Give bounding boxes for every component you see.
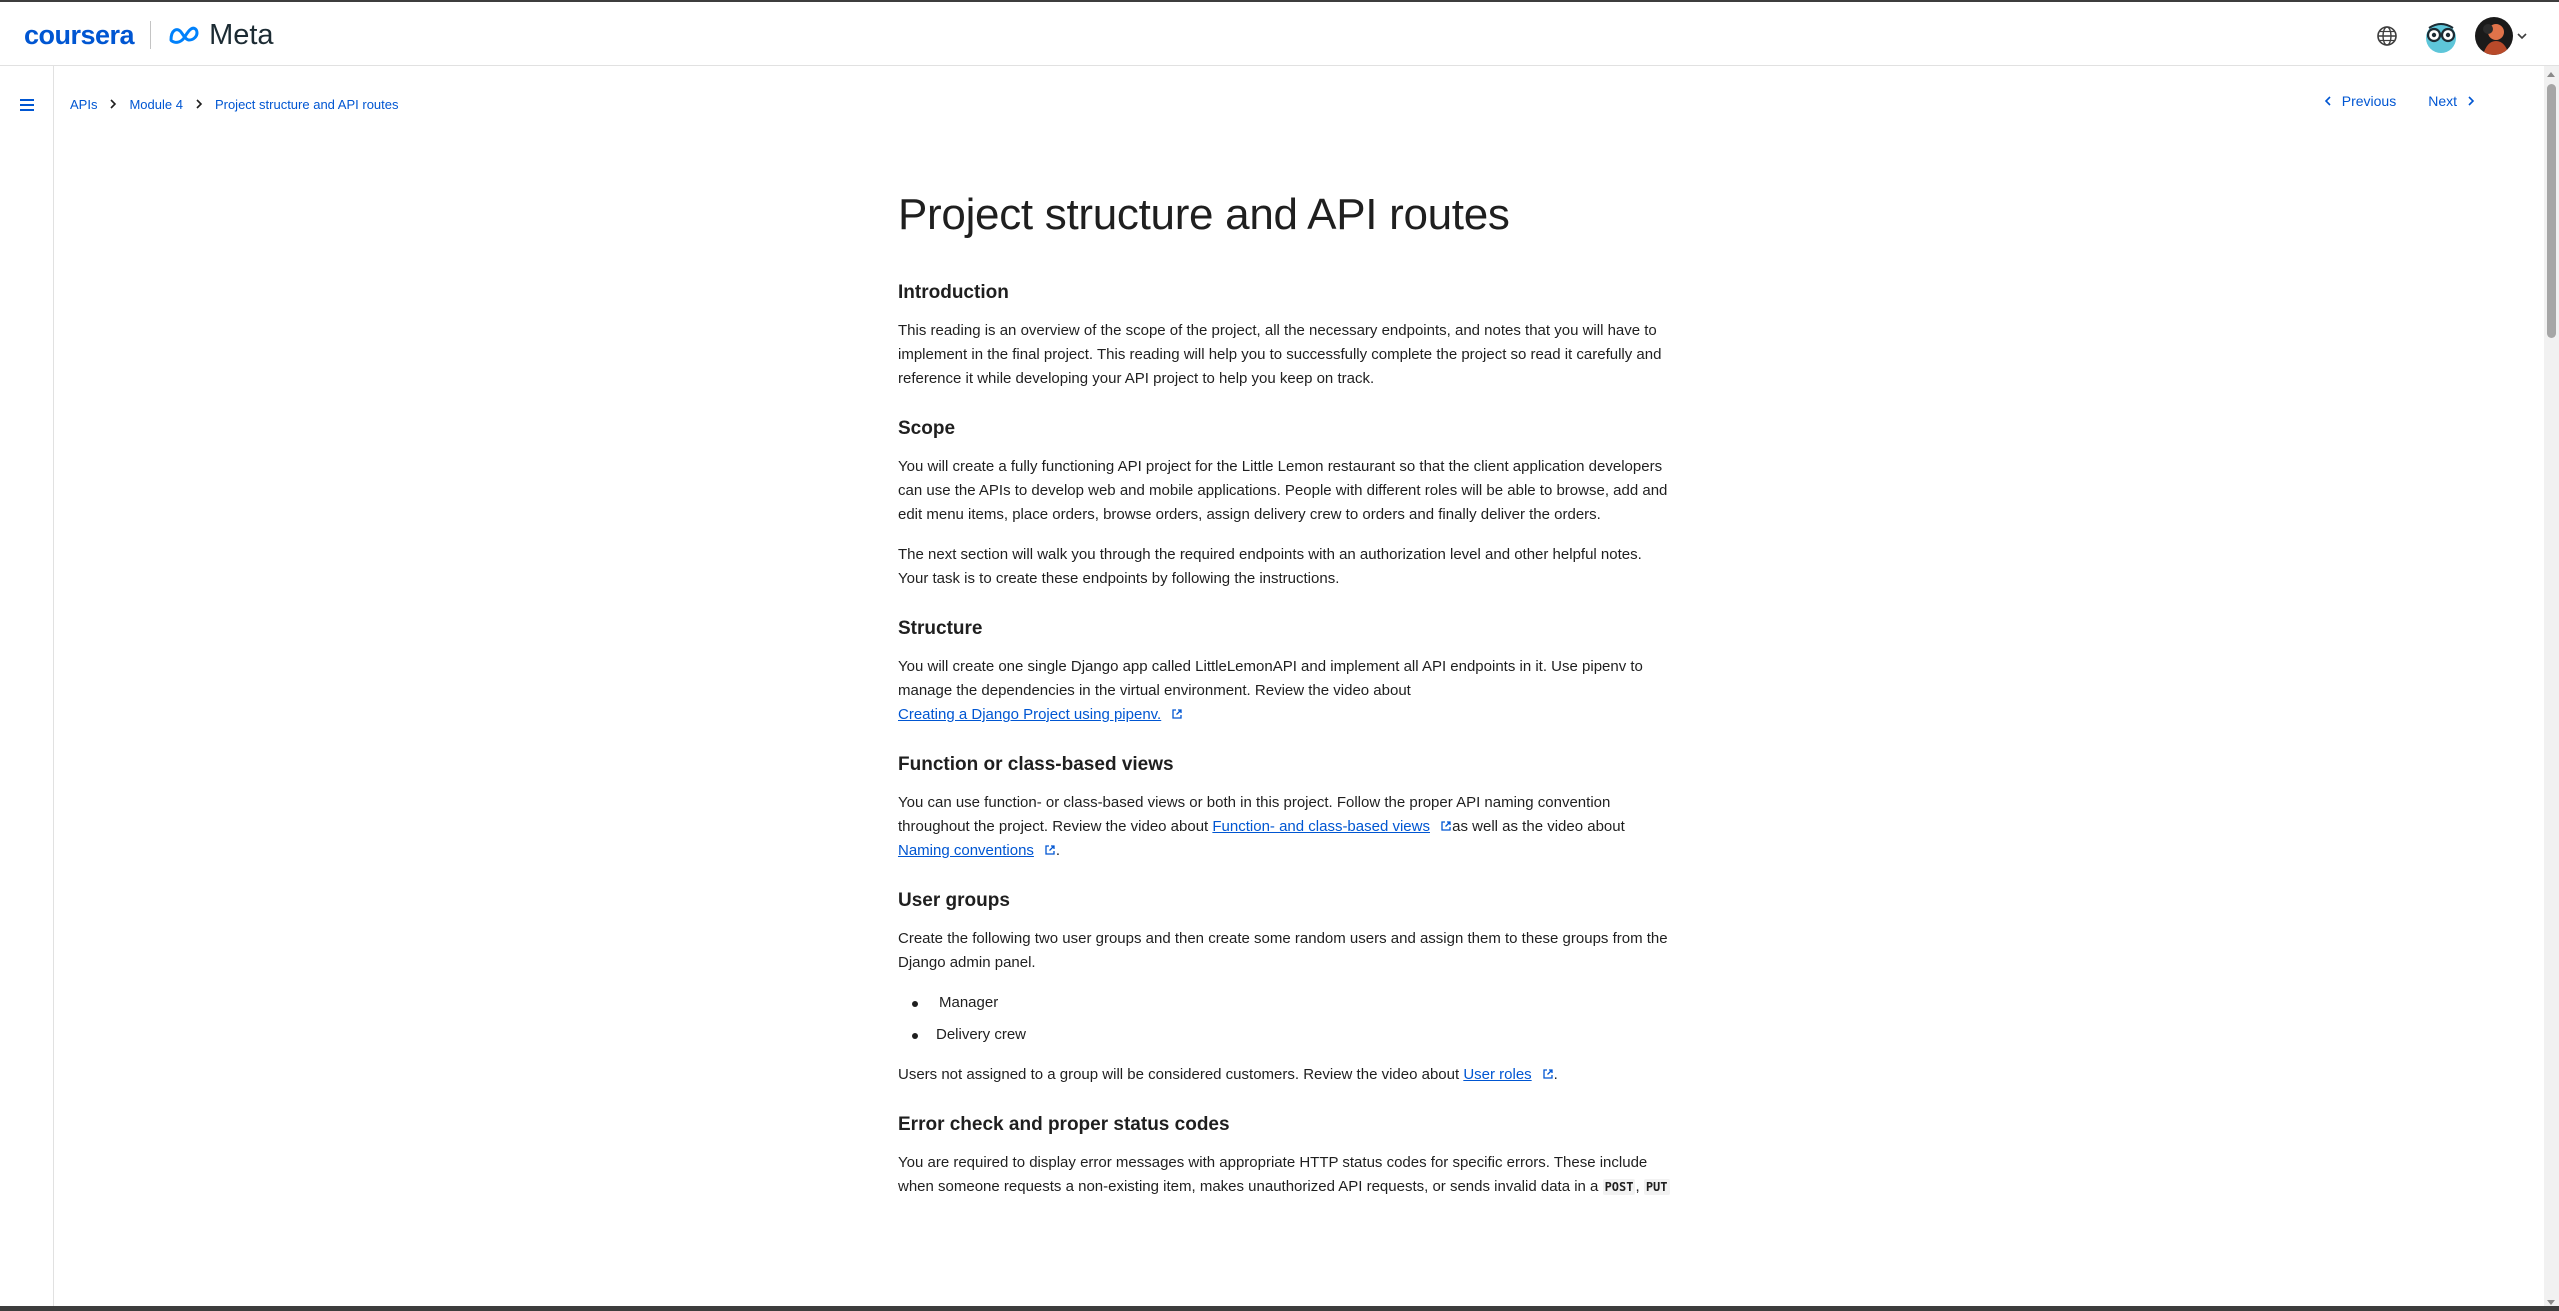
errors-text: You are required to display error messag… — [898, 1151, 1672, 1199]
section-heading-views: Function or class-based views — [898, 754, 1174, 775]
page-title: Project structure and API routes — [898, 190, 1510, 239]
chevron-right-icon — [2468, 96, 2475, 106]
coursera-logo[interactable]: coursera — [24, 20, 135, 51]
external-link-icon — [1045, 845, 1055, 855]
breadcrumb-current[interactable]: Project structure and API routes — [215, 97, 399, 112]
errors-body: You are required to display error messag… — [898, 1154, 1648, 1195]
chevron-right-icon — [109, 98, 117, 110]
code-post: POST — [1602, 1179, 1636, 1195]
scroll-up-arrow-icon[interactable] — [2547, 72, 2555, 77]
scope-text-1: You will create a fully functioning API … — [898, 458, 1668, 523]
page-scrollbar[interactable] — [2544, 66, 2559, 1311]
previous-label: Previous — [2341, 93, 2397, 109]
chevron-down-icon[interactable] — [2517, 32, 2527, 40]
scope-text-2: The next section will walk you through t… — [898, 546, 1642, 587]
user-groups-after-text: Users not assigned to a group will be co… — [898, 1063, 1672, 1087]
prev-next-nav: Previous Next — [2322, 93, 2477, 109]
scrollbar-thumb[interactable] — [2547, 84, 2556, 338]
external-link-icon — [1543, 1069, 1553, 1079]
views-text: You can use function- or class-based vie… — [898, 791, 1672, 863]
code-put: PUT — [1643, 1179, 1670, 1195]
brand-divider — [150, 21, 152, 49]
menu-icon[interactable] — [16, 94, 38, 116]
section-heading-scope: Scope — [898, 418, 956, 439]
meta-infinity-icon — [169, 26, 199, 44]
breadcrumb: APIs Module 4 Project structure and API … — [70, 94, 399, 114]
user-groups-list: Manager Delivery crew — [912, 991, 1672, 1047]
views-body-middle: as well as the video about — [1447, 818, 1625, 835]
structure-text: You will create one single Django app ca… — [898, 655, 1672, 727]
link-user-roles[interactable]: User roles — [1463, 1066, 1531, 1083]
scroll-down-arrow-icon[interactable] — [2547, 1300, 2555, 1305]
next-label: Next — [2428, 93, 2457, 109]
chevron-left-icon — [2324, 96, 2331, 106]
left-rail — [0, 66, 54, 1311]
meta-logo[interactable]: Meta — [167, 18, 274, 52]
introduction-text: This reading is an overview of the scope… — [898, 322, 1662, 387]
list-item-manager: Manager — [912, 991, 1672, 1015]
link-naming-conventions[interactable]: Naming conventions — [898, 842, 1034, 859]
breadcrumb-module[interactable]: Module 4 — [129, 97, 182, 112]
views-body-end: . — [1055, 842, 1061, 859]
section-heading-structure: Structure — [898, 618, 983, 639]
breadcrumb-apis[interactable]: APIs — [70, 97, 97, 112]
chevron-right-icon — [195, 98, 203, 110]
external-link-icon — [1172, 709, 1182, 719]
user-groups-text: Create the following two user groups and… — [898, 930, 1668, 971]
link-function-class-views[interactable]: Function- and class-based views — [1212, 818, 1430, 835]
user-groups-after-end: . — [1553, 1066, 1558, 1083]
next-button[interactable]: Next — [2428, 93, 2477, 109]
window-bottom-edge — [0, 1306, 2559, 1311]
meta-wordmark: Meta — [209, 18, 274, 51]
avatar[interactable] — [2475, 17, 2527, 55]
top-bar: coursera Meta — [0, 0, 2559, 66]
user-groups-after-before: Users not assigned to a group will be co… — [898, 1066, 1464, 1083]
reading-content: Project structure and API routes Introdu… — [898, 183, 1672, 1199]
section-heading-introduction: Introduction — [898, 282, 1009, 303]
section-heading-user-groups: User groups — [898, 890, 1010, 911]
section-heading-errors: Error check and proper status codes — [898, 1114, 1230, 1135]
structure-body: You will create one single Django app ca… — [898, 658, 1643, 699]
brand-logo[interactable]: coursera Meta — [24, 18, 274, 52]
avatar-image — [2475, 17, 2513, 55]
list-item-delivery-crew: Delivery crew — [912, 1023, 1672, 1047]
globe-icon[interactable] — [2367, 16, 2407, 56]
previous-button[interactable]: Previous — [2322, 93, 2396, 109]
link-creating-django-project[interactable]: Creating a Django Project using pipenv. — [898, 706, 1161, 723]
errors-sep: , — [1635, 1178, 1644, 1195]
mascot-icon[interactable] — [2421, 16, 2461, 56]
